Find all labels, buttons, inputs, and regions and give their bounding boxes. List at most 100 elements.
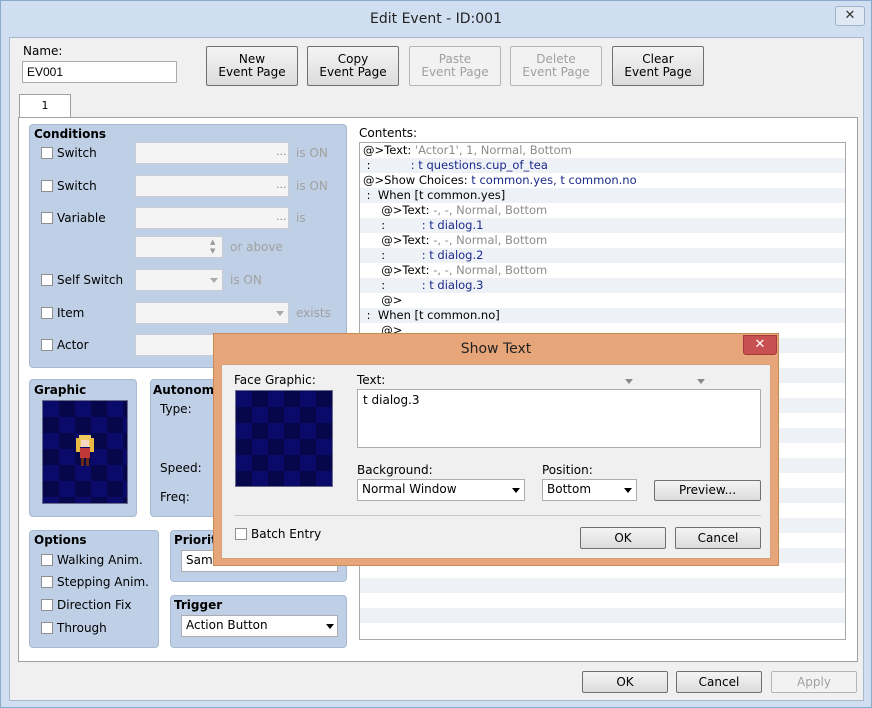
chevron-down-icon	[276, 311, 284, 316]
contents-row[interactable]: : When [t common.yes]	[360, 188, 845, 203]
contents-row[interactable]: @>	[360, 293, 845, 308]
dialog-cancel-button[interactable]: Cancel	[675, 527, 761, 549]
options-title: Options	[34, 533, 87, 547]
cancel-button[interactable]: Cancel	[676, 671, 762, 693]
paste-event-page-button[interactable]: Paste Event Page	[409, 46, 501, 86]
dialog-ok-button[interactable]: OK	[580, 527, 666, 549]
spinner-up-icon: ▲	[210, 238, 216, 246]
walking-anim-label: Walking Anim.	[57, 553, 143, 567]
window-close-button[interactable]: ✕	[835, 6, 865, 26]
stepping-anim-checkbox[interactable]	[41, 576, 53, 588]
direction-fix-label: Direction Fix	[57, 598, 132, 612]
background-select[interactable]: Normal Window	[357, 479, 525, 501]
walking-anim-checkbox[interactable]	[41, 554, 53, 566]
contents-row[interactable]: @>Text: -, -, Normal, Bottom	[360, 233, 845, 248]
switch1-label: Switch	[57, 146, 97, 160]
conditions-title: Conditions	[34, 127, 107, 141]
batch-entry-label: Batch Entry	[251, 527, 322, 541]
face-graphic-preview[interactable]	[235, 390, 333, 487]
batch-entry-checkbox[interactable]	[235, 528, 247, 540]
command-args: 'Actor1', 1, Normal, Bottom	[414, 143, 572, 157]
clear-event-page-button[interactable]: Clear Event Page	[612, 46, 704, 86]
contents-row[interactable]: @>Text: 'Actor1', 1, Normal, Bottom	[360, 143, 845, 158]
direction-fix-checkbox[interactable]	[41, 599, 53, 611]
priority-title: Priorit	[174, 533, 217, 547]
command-text: @>Show Choices:	[363, 173, 472, 187]
contents-row[interactable]: : : t dialog.3	[360, 278, 845, 293]
chevron-down-icon[interactable]	[697, 379, 705, 384]
preview-button[interactable]: Preview...	[654, 480, 761, 501]
switch2-suffix: is ON	[296, 179, 328, 193]
switch2-checkbox[interactable]	[41, 180, 53, 192]
item-select[interactable]	[135, 302, 289, 324]
actor-label: Actor	[57, 338, 89, 352]
self-switch-select[interactable]	[135, 269, 223, 291]
position-select[interactable]: Bottom	[542, 479, 637, 501]
contents-row[interactable]: @>Show Choices: t common.yes, t common.n…	[360, 173, 845, 188]
stepping-anim-label: Stepping Anim.	[57, 575, 149, 589]
chevron-down-icon	[624, 488, 632, 493]
window-title: Edit Event - ID:001	[370, 11, 502, 27]
variable-select[interactable]: ...	[135, 207, 289, 229]
command-args: : t questions.cup_of_tea	[410, 158, 548, 172]
switch1-checkbox[interactable]	[41, 147, 53, 159]
graphic-title: Graphic	[34, 383, 87, 397]
command-args: : t dialog.2	[421, 248, 484, 262]
contents-row[interactable]: : : t dialog.2	[360, 248, 845, 263]
autonomous-type-label: Type:	[160, 402, 192, 416]
dialog-body: Face Graphic: Text: t dialog.3 Backgroun…	[221, 364, 771, 559]
ok-button[interactable]: OK	[582, 671, 668, 693]
command-text: @>Text:	[363, 203, 434, 217]
self-switch-suffix: is ON	[230, 273, 262, 287]
new-event-page-button[interactable]: New Event Page	[206, 46, 298, 86]
contents-row[interactable]	[360, 608, 845, 623]
contents-row[interactable]: : When [t common.no]	[360, 308, 845, 323]
contents-row[interactable]: @>Text: -, -, Normal, Bottom	[360, 263, 845, 278]
switch2-select[interactable]: ...	[135, 175, 289, 197]
actor-checkbox[interactable]	[41, 339, 53, 351]
variable-suffix: is	[296, 211, 306, 225]
command-text: : When [t common.no]	[363, 308, 500, 322]
command-args: -, -, Normal, Bottom	[433, 203, 548, 217]
apply-button[interactable]: Apply	[771, 671, 857, 693]
name-label: Name:	[23, 44, 63, 58]
switch2-label: Switch	[57, 179, 97, 193]
contents-row[interactable]: : : t dialog.1	[360, 218, 845, 233]
chevron-down-icon[interactable]	[625, 379, 633, 384]
contents-row[interactable]: : : t questions.cup_of_tea	[360, 158, 845, 173]
self-switch-label: Self Switch	[57, 273, 124, 287]
trigger-title: Trigger	[174, 598, 223, 612]
switch1-select[interactable]: ...	[135, 142, 289, 164]
item-checkbox[interactable]	[41, 307, 53, 319]
dialog-close-button[interactable]: ✕	[743, 335, 777, 355]
event-graphic-preview[interactable]	[42, 400, 128, 504]
command-args: : t dialog.3	[421, 278, 484, 292]
through-checkbox[interactable]	[41, 622, 53, 634]
variable-label: Variable	[57, 211, 106, 225]
ellipsis-icon: ...	[276, 210, 287, 223]
contents-row[interactable]: @>Text: -, -, Normal, Bottom	[360, 203, 845, 218]
command-text: @>	[363, 293, 403, 307]
copy-event-page-button[interactable]: Copy Event Page	[307, 46, 399, 86]
self-switch-checkbox[interactable]	[41, 274, 53, 286]
delete-event-page-button[interactable]: Delete Event Page	[510, 46, 602, 86]
background-label: Background:	[357, 463, 433, 477]
autonomous-title: Autonomo	[153, 383, 223, 397]
variable-value-spinner[interactable]: ▲ ▼	[135, 236, 223, 258]
trigger-select[interactable]: Action Button	[181, 615, 338, 637]
variable-checkbox[interactable]	[41, 212, 53, 224]
character-sprite-icon	[76, 435, 94, 466]
ellipsis-icon: ...	[276, 145, 287, 158]
autonomous-speed-label: Speed:	[160, 461, 202, 475]
contents-label: Contents:	[359, 126, 418, 140]
command-text: : When [t common.yes]	[363, 188, 506, 202]
text-textarea[interactable]: t dialog.3	[357, 389, 761, 448]
tab-page-1[interactable]: 1	[19, 94, 71, 118]
name-input[interactable]	[22, 61, 177, 83]
contents-row[interactable]	[360, 593, 845, 608]
command-args: : t dialog.1	[421, 218, 484, 232]
contents-row[interactable]	[360, 623, 845, 638]
chevron-down-icon	[326, 624, 334, 629]
contents-row[interactable]	[360, 578, 845, 593]
position-value: Bottom	[547, 482, 592, 496]
